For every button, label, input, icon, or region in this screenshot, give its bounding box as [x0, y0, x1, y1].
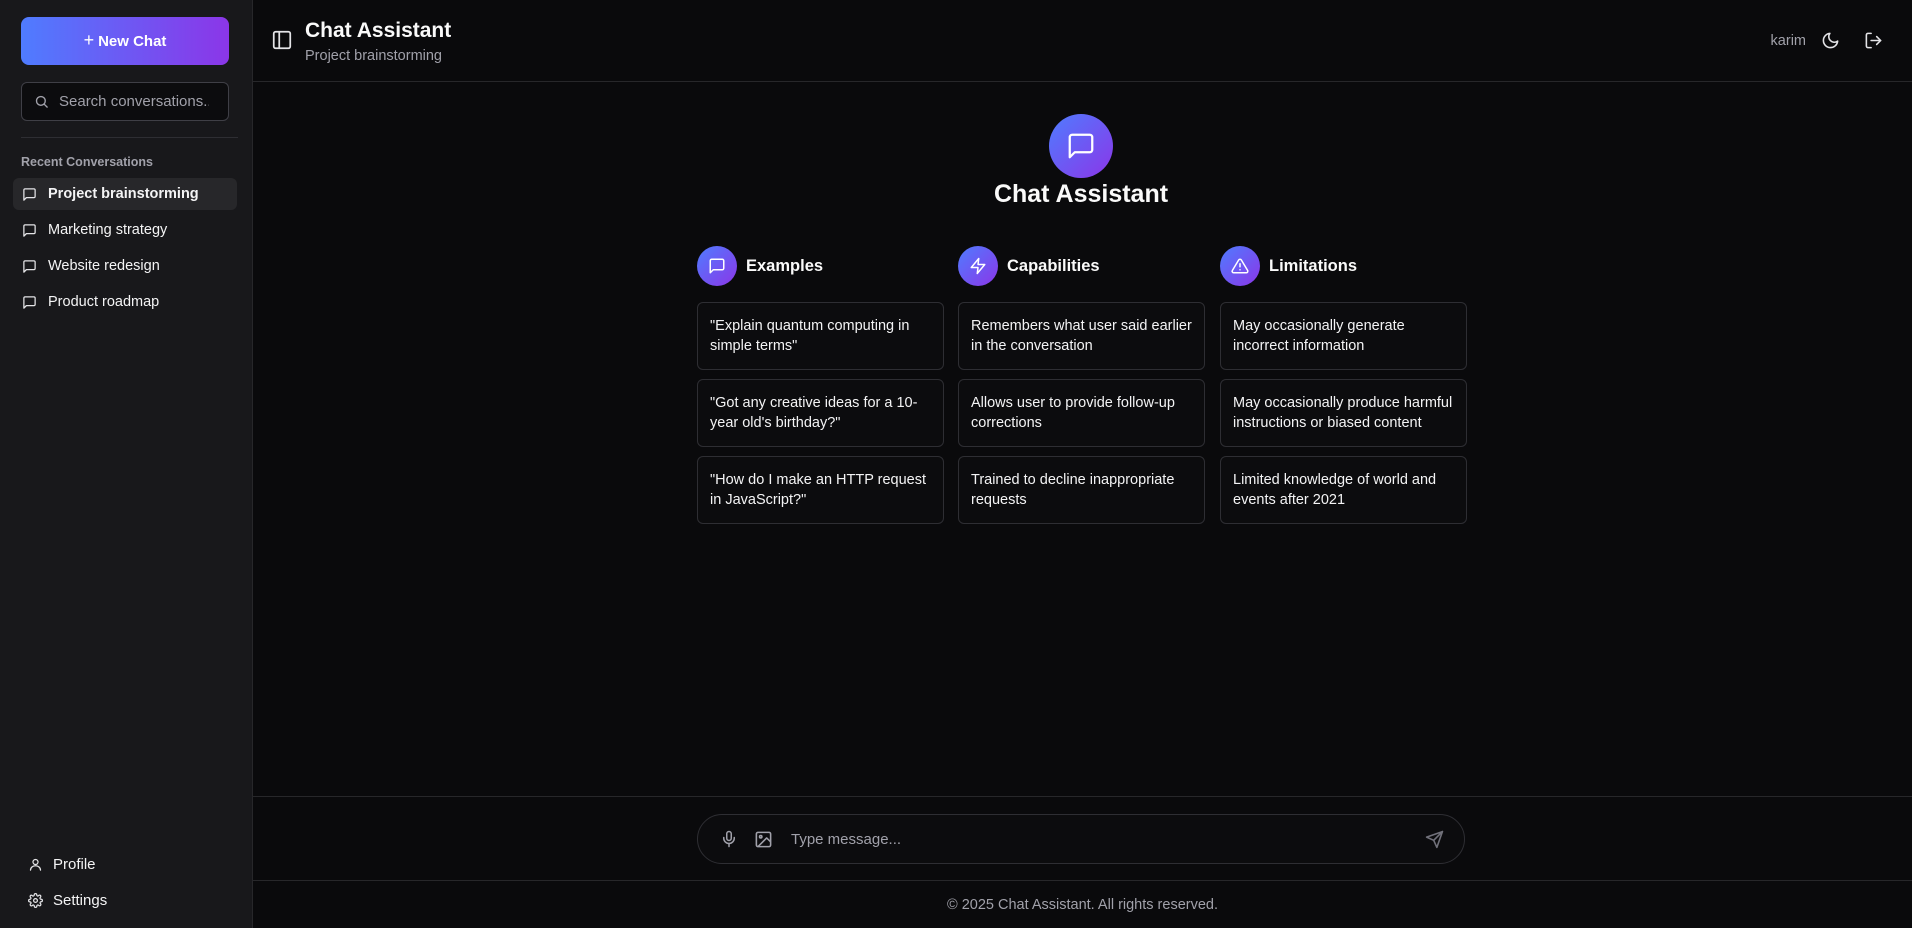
gear-icon: [28, 892, 43, 908]
limitations-column: Limitations May occasionally generate in…: [1220, 246, 1467, 533]
message-square-icon: [697, 246, 737, 286]
limitations-title: Limitations: [1269, 256, 1358, 275]
settings-button[interactable]: Settings: [21, 884, 231, 916]
examples-column: Examples "Explain quantum computing in s…: [697, 246, 944, 533]
logout-icon[interactable]: [1864, 31, 1883, 50]
conversation-label: Product roadmap: [48, 294, 160, 310]
capability-card: Allows user to provide follow-up correct…: [958, 379, 1205, 447]
profile-button[interactable]: Profile: [21, 848, 231, 880]
hero-title: Chat Assistant: [993, 180, 1169, 208]
moon-icon[interactable]: [1821, 31, 1840, 50]
capability-card: Remembers what user said earlier in the …: [958, 302, 1205, 370]
microphone-icon[interactable]: [720, 830, 738, 848]
message-icon: [22, 259, 37, 274]
top-header: Chat Assistant Project brainstorming kar…: [253, 0, 1912, 82]
example-card[interactable]: "How do I make an HTTP request in JavaSc…: [697, 456, 944, 524]
capability-card: Trained to decline inappropriate request…: [958, 456, 1205, 524]
message-icon: [22, 223, 37, 238]
composer-area: [253, 796, 1912, 880]
lightning-icon: [958, 246, 998, 286]
sidebar-divider: [21, 137, 238, 138]
conversation-label: Marketing strategy: [48, 222, 168, 238]
warning-triangle-icon: [1220, 246, 1260, 286]
new-chat-label: New Chat: [98, 32, 167, 50]
settings-label: Settings: [53, 891, 108, 909]
page-footer: © 2025 Chat Assistant. All rights reserv…: [253, 880, 1912, 928]
conversation-label: Website redesign: [48, 258, 160, 274]
message-icon: [22, 295, 37, 310]
hero-message-icon: [1049, 114, 1113, 178]
header-title: Chat Assistant: [305, 19, 452, 42]
sidebar: + New Chat Recent Conversations Project …: [0, 0, 253, 928]
conversation-item-project-brainstorming[interactable]: Project brainstorming: [13, 178, 237, 210]
conversation-item-marketing-strategy[interactable]: Marketing strategy: [13, 214, 237, 246]
capabilities-header: Capabilities: [958, 246, 1205, 286]
header-subtitle: Project brainstorming: [305, 48, 442, 64]
conversation-list: Project brainstorming Marketing strategy…: [13, 178, 237, 322]
send-icon[interactable]: [1425, 830, 1444, 849]
limitation-card: May occasionally produce harmful instruc…: [1220, 379, 1467, 447]
new-chat-button[interactable]: + New Chat: [21, 17, 229, 65]
message-composer: [697, 814, 1465, 864]
conversation-item-product-roadmap[interactable]: Product roadmap: [13, 286, 237, 318]
copyright-text: © 2025 Chat Assistant. All rights reserv…: [946, 896, 1218, 913]
limitation-card: Limited knowledge of world and events af…: [1220, 456, 1467, 524]
capabilities-column: Capabilities Remembers what user said ea…: [958, 246, 1205, 533]
message-icon: [22, 187, 37, 202]
conversation-item-website-redesign[interactable]: Website redesign: [13, 250, 237, 282]
sidebar-footer: Profile Settings: [21, 848, 231, 920]
limitations-header: Limitations: [1220, 246, 1467, 286]
capabilities-title: Capabilities: [1007, 256, 1100, 275]
examples-header: Examples: [697, 246, 944, 286]
examples-title: Examples: [746, 256, 824, 275]
search-input[interactable]: [59, 93, 209, 110]
image-icon[interactable]: [754, 830, 773, 849]
example-card[interactable]: "Explain quantum computing in simple ter…: [697, 302, 944, 370]
plus-icon: +: [83, 30, 95, 50]
message-input[interactable]: [791, 830, 1425, 848]
username: karim: [1770, 33, 1806, 49]
search-box: [21, 82, 229, 121]
recent-conversations-label: Recent Conversations: [21, 155, 153, 169]
limitation-card: May occasionally generate incorrect info…: [1220, 302, 1467, 370]
sidebar-toggle-icon[interactable]: [271, 29, 293, 51]
example-card[interactable]: "Got any creative ideas for a 10-year ol…: [697, 379, 944, 447]
user-icon: [28, 857, 43, 872]
conversation-label: Project brainstorming: [48, 186, 199, 202]
search-icon: [34, 94, 49, 109]
profile-label: Profile: [53, 855, 96, 873]
